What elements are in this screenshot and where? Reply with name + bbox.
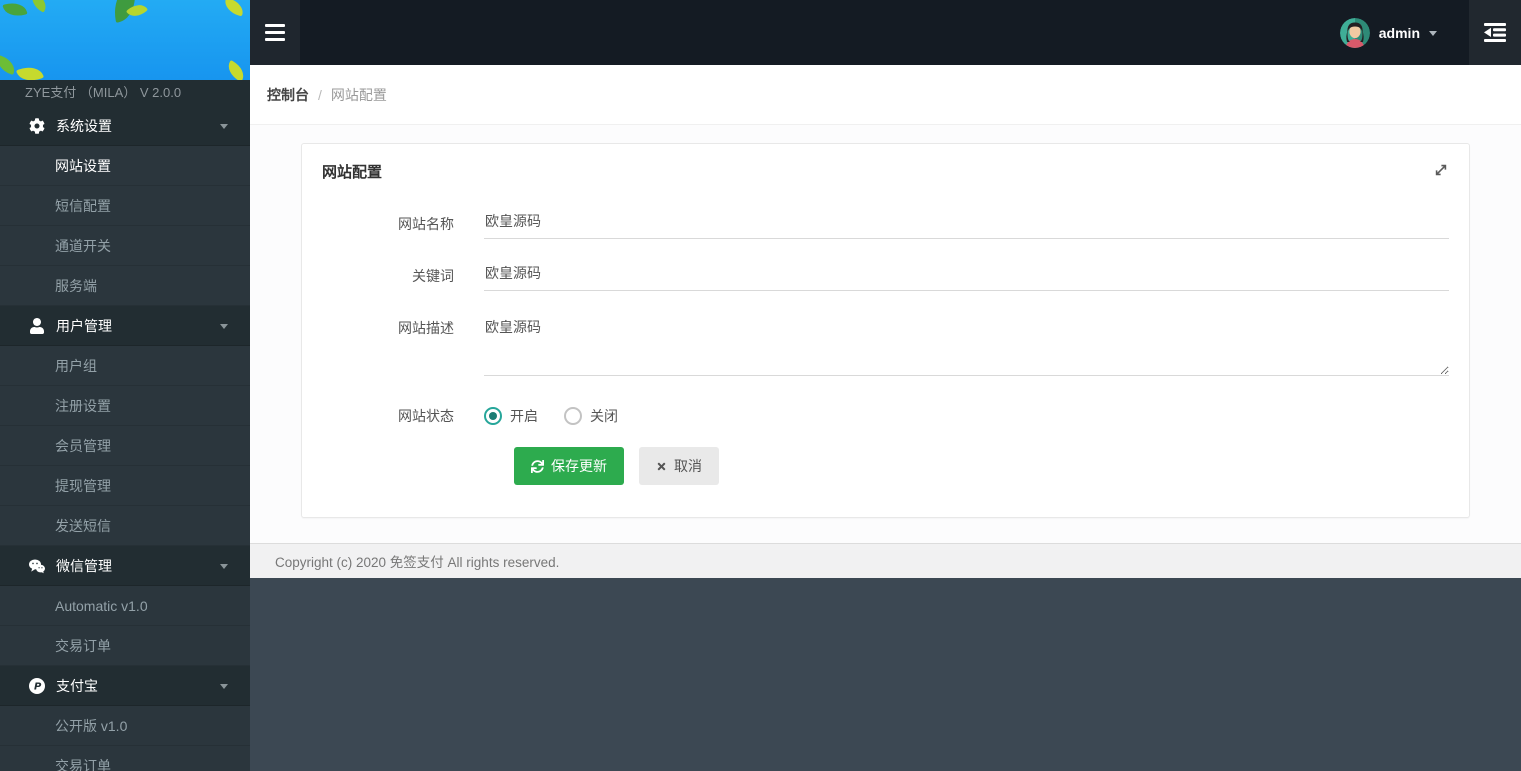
breadcrumb-home-link[interactable]: 控制台 — [267, 85, 309, 105]
pinterest-icon: P — [28, 677, 45, 694]
keywords-input[interactable] — [484, 260, 1449, 291]
refresh-icon — [531, 460, 544, 473]
sidebar-section-alipay[interactable]: P 支付宝 — [0, 666, 250, 706]
status-on-label[interactable]: 开启 — [510, 406, 538, 426]
leaf-decoration — [16, 62, 44, 80]
description-label: 网站描述 — [322, 312, 484, 338]
leaf-decoration — [0, 55, 18, 75]
card-title: 网站配置 — [322, 161, 1449, 182]
user-icon — [28, 317, 45, 334]
sidebar-section-label: 系统设置 — [56, 116, 112, 136]
wechat-icon — [28, 557, 45, 574]
page-footer: Copyright (c) 2020 免签支付 All rights reser… — [250, 543, 1521, 578]
leaf-decoration — [223, 0, 246, 16]
radio-selected-icon[interactable] — [484, 407, 502, 425]
radio-unselected-icon[interactable] — [564, 407, 582, 425]
keywords-label: 关键词 — [322, 260, 484, 286]
sidebar-submenu-alipay: 公开版 v1.0 交易订单 — [0, 706, 250, 771]
site-name-label: 网站名称 — [322, 208, 484, 234]
sidebar-item-member-management[interactable]: 会员管理 — [0, 426, 250, 466]
app-root: ZYE支付 （MILA） V 2.0.0 系统设置 网站设置 短信配置 通道开关… — [0, 0, 1521, 771]
gear-icon — [28, 117, 45, 134]
site-config-form: 网站名称 关键词 网站描述 欧皇源码 — [322, 208, 1449, 485]
sidebar-item-sms-config[interactable]: 短信配置 — [0, 186, 250, 226]
sidebar-submenu-system: 网站设置 短信配置 通道开关 服务端 — [0, 146, 250, 306]
site-name-input[interactable] — [484, 208, 1449, 239]
cancel-button-label: 取消 — [674, 456, 702, 476]
sidebar-item-register-settings[interactable]: 注册设置 — [0, 386, 250, 426]
sidebar: ZYE支付 （MILA） V 2.0.0 系统设置 网站设置 短信配置 通道开关… — [0, 0, 250, 771]
sidebar-section-user-management[interactable]: 用户管理 — [0, 306, 250, 346]
status-radio-off[interactable]: 关闭 — [564, 406, 618, 426]
sidebar-item-send-sms[interactable]: 发送短信 — [0, 506, 250, 546]
breadcrumb: 控制台 / 网站配置 — [250, 65, 1521, 125]
chevron-down-icon — [220, 684, 228, 689]
sidebar-item-wechat-automatic[interactable]: Automatic v1.0 — [0, 586, 250, 626]
content-area: 网站配置 网站名称 关 — [250, 125, 1521, 543]
chevron-down-icon — [220, 324, 228, 329]
close-icon — [656, 461, 667, 472]
body-background — [250, 578, 1521, 771]
sidebar-submenu-user: 用户组 注册设置 会员管理 提现管理 发送短信 — [0, 346, 250, 546]
sidebar-item-withdraw-management[interactable]: 提现管理 — [0, 466, 250, 506]
sidebar-section-system-settings[interactable]: 系统设置 — [0, 106, 250, 146]
copyright-text: Copyright (c) 2020 免签支付 All rights reser… — [275, 551, 559, 571]
save-button-label: 保存更新 — [551, 456, 607, 476]
sidebar-item-site-settings[interactable]: 网站设置 — [0, 146, 250, 186]
form-row-site-name: 网站名称 — [322, 208, 1449, 239]
breadcrumb-current: 网站配置 — [331, 85, 387, 105]
navbar-spacer — [300, 0, 1322, 65]
chevron-down-icon — [220, 564, 228, 569]
svg-text:P: P — [33, 681, 41, 692]
hamburger-icon[interactable] — [250, 0, 300, 65]
user-dropdown[interactable]: admin — [1322, 0, 1455, 65]
control-sidebar-toggle-icon[interactable] — [1469, 0, 1521, 65]
form-buttons: 保存更新 取消 — [514, 447, 1449, 485]
sidebar-item-channel-switch[interactable]: 通道开关 — [0, 226, 250, 266]
caret-down-icon — [1429, 31, 1437, 36]
sidebar-submenu-wechat: Automatic v1.0 交易订单 — [0, 586, 250, 666]
status-off-label[interactable]: 关闭 — [590, 406, 618, 426]
top-navbar: admin — [250, 0, 1521, 65]
sidebar-menu: 系统设置 网站设置 短信配置 通道开关 服务端 用户管理 用户组 注册设置 会 — [0, 106, 250, 771]
leaf-decoration — [2, 0, 27, 20]
breadcrumb-separator: / — [318, 87, 322, 103]
main-area: admin 控制台 / 网站配置 网站配置 — [250, 0, 1521, 771]
sidebar-item-alipay-public[interactable]: 公开版 v1.0 — [0, 706, 250, 746]
sidebar-section-wechat-management[interactable]: 微信管理 — [0, 546, 250, 586]
username-label: admin — [1379, 25, 1420, 41]
description-textarea[interactable]: 欧皇源码 — [484, 312, 1449, 376]
status-radio-on[interactable]: 开启 — [484, 406, 538, 426]
app-version-label: ZYE支付 （MILA） V 2.0.0 — [0, 80, 250, 106]
sidebar-section-label: 微信管理 — [56, 556, 112, 576]
leaf-decoration — [28, 0, 50, 13]
site-config-card: 网站配置 网站名称 关 — [301, 143, 1470, 518]
sidebar-section-label: 支付宝 — [56, 676, 98, 696]
sidebar-section-label: 用户管理 — [56, 316, 112, 336]
form-row-description: 网站描述 欧皇源码 — [322, 312, 1449, 379]
status-label: 网站状态 — [322, 400, 484, 426]
form-row-keywords: 关键词 — [322, 260, 1449, 291]
save-update-button[interactable]: 保存更新 — [514, 447, 624, 485]
sidebar-item-server-side[interactable]: 服务端 — [0, 266, 250, 306]
app-logo-image[interactable] — [0, 0, 250, 80]
user-avatar — [1340, 18, 1370, 48]
sidebar-item-alipay-orders[interactable]: 交易订单 — [0, 746, 250, 771]
chevron-down-icon — [220, 124, 228, 129]
cancel-button[interactable]: 取消 — [639, 447, 719, 485]
sidebar-item-wechat-orders[interactable]: 交易订单 — [0, 626, 250, 666]
form-row-status: 网站状态 开启 关闭 — [322, 400, 1449, 426]
leaf-decoration — [224, 60, 248, 80]
sidebar-item-user-group[interactable]: 用户组 — [0, 346, 250, 386]
expand-icon[interactable] — [1431, 160, 1451, 183]
